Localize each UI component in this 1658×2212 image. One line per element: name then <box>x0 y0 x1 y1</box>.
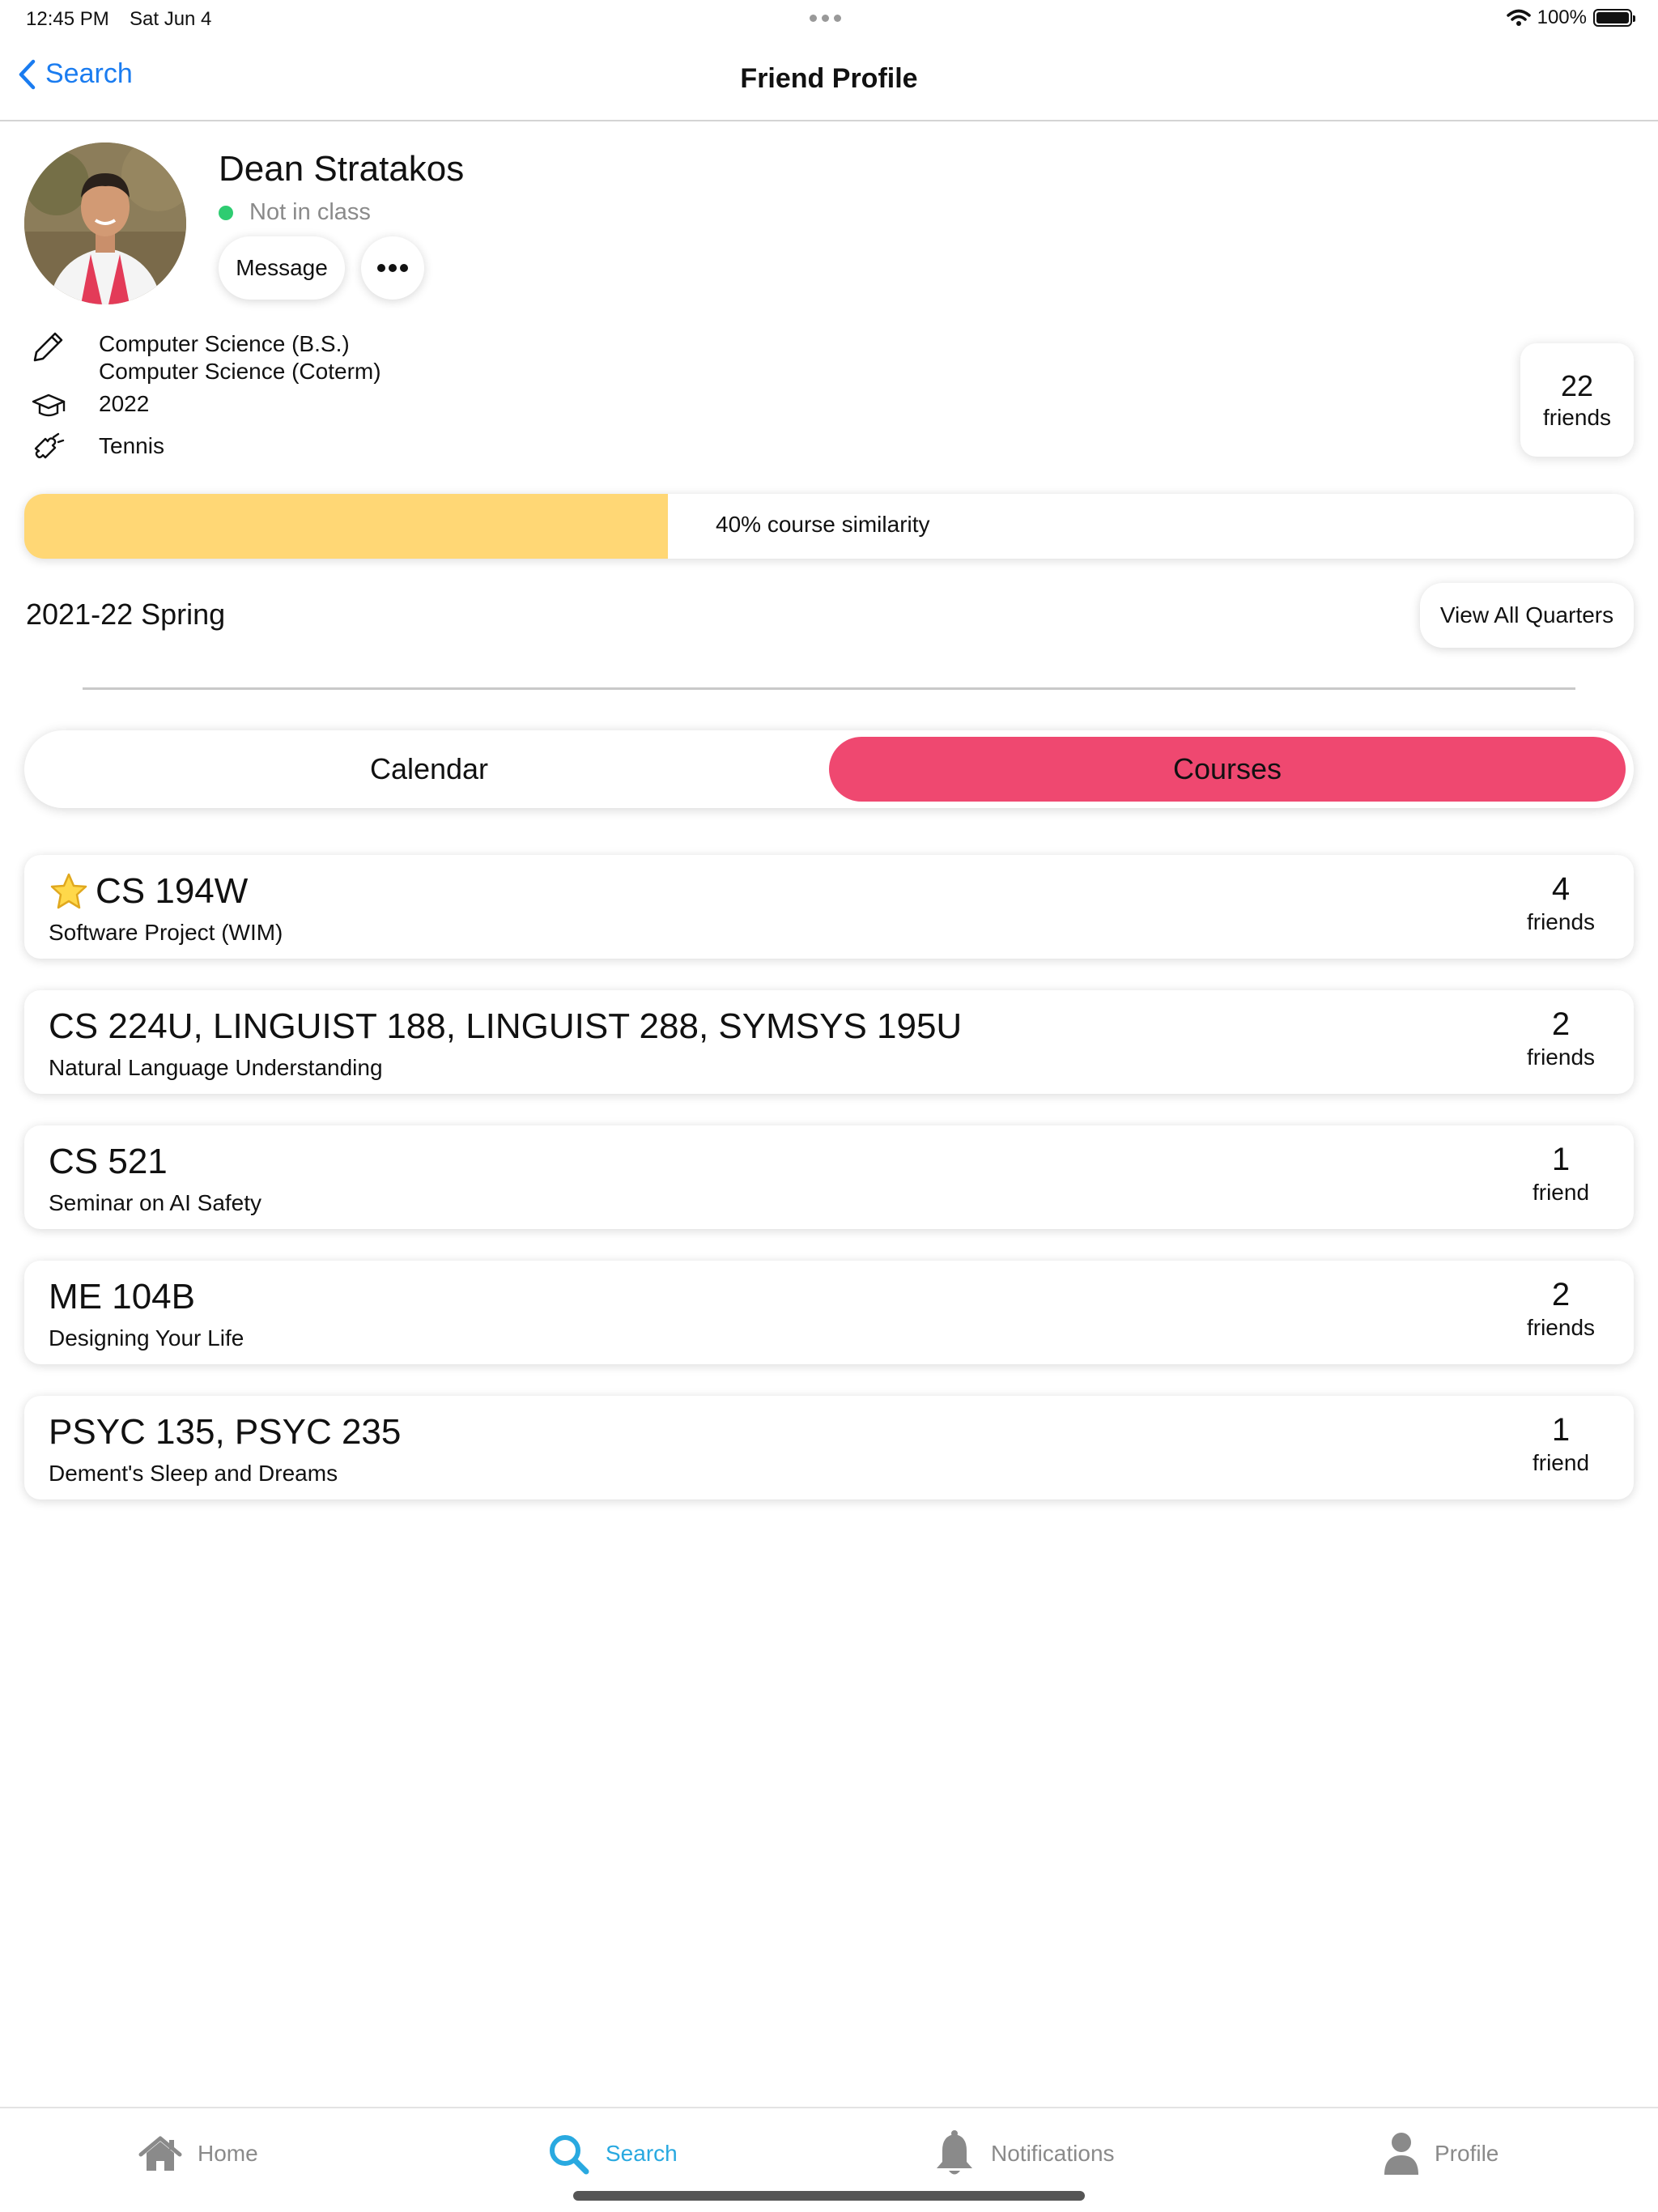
star-icon <box>50 873 87 909</box>
course-card-psyc-135[interactable]: PSYC 135, PSYC 235 Dement's Sleep and Dr… <box>24 1396 1634 1499</box>
puzzle-icon <box>29 432 68 465</box>
avatar <box>24 143 186 304</box>
search-icon <box>550 2135 589 2175</box>
course-card-me-104b[interactable]: ME 104B Designing Your Life 2 friends <box>24 1261 1634 1364</box>
friends-count-button[interactable]: 22 friends <box>1520 343 1634 457</box>
similarity-text: 40% course similarity <box>716 512 930 537</box>
battery-percent: 100% <box>1537 6 1587 28</box>
person-icon <box>1384 2133 1418 2175</box>
pencil-icon <box>29 330 68 363</box>
tab-calendar[interactable]: Calendar <box>24 730 834 808</box>
battery-icon <box>1593 9 1635 27</box>
view-all-quarters-button[interactable]: View All Quarters <box>1420 583 1634 648</box>
course-friends: 1 friend <box>1532 1142 1590 1205</box>
course-title: Software Project (WIM) <box>49 920 283 945</box>
view-segmented-control: Calendar Courses <box>24 730 1634 808</box>
status-date: Sat Jun 4 <box>130 8 212 30</box>
tab-profile-label: Profile <box>1435 2141 1499 2166</box>
presence-status: Not in class <box>219 199 371 226</box>
tab-search-label: Search <box>606 2141 678 2166</box>
tab-courses[interactable]: Courses <box>829 737 1626 802</box>
class-year-row: 2022 <box>29 390 149 423</box>
course-title: Seminar on AI Safety <box>49 1190 262 1215</box>
tab-search[interactable]: Search <box>546 2129 678 2178</box>
interest: Tennis <box>99 433 164 458</box>
tab-notifications[interactable]: Notifications <box>933 2129 1115 2178</box>
message-button[interactable]: Message <box>219 236 345 300</box>
friends-count: 22 <box>1560 369 1594 402</box>
major-2: Computer Science (Coterm) <box>99 359 381 384</box>
home-indicator <box>573 2191 1085 2201</box>
course-friends: 2 friends <box>1526 1277 1596 1340</box>
course-title: Dement's Sleep and Dreams <box>49 1461 338 1486</box>
more-options-button[interactable] <box>361 236 424 300</box>
majors-row: Computer Science (B.S.) Computer Science… <box>29 330 381 385</box>
tab-notifications-label: Notifications <box>991 2141 1115 2166</box>
divider <box>83 687 1575 690</box>
course-card-cs-521[interactable]: CS 521 Seminar on AI Safety 1 friend <box>24 1125 1634 1229</box>
tab-profile[interactable]: Profile <box>1383 2129 1499 2178</box>
ellipsis-icon <box>377 264 385 272</box>
friends-label: friends <box>1542 405 1612 430</box>
tab-home-label: Home <box>198 2141 258 2166</box>
similarity-fill <box>24 494 669 559</box>
online-dot-icon <box>219 205 233 220</box>
status-bar: 12:45 PM Sat Jun 4 100% <box>0 0 1658 39</box>
class-year: 2022 <box>99 391 150 416</box>
navigation-bar: Search Friend Profile <box>0 39 1658 121</box>
profile-name: Dean Stratakos <box>219 149 465 189</box>
course-card-cs-224u[interactable]: CS 224U, LINGUIST 188, LINGUIST 288, SYM… <box>24 990 1634 1094</box>
page-title: Friend Profile <box>740 63 918 94</box>
wifi-icon <box>1506 9 1531 26</box>
tab-home[interactable]: Home <box>138 2129 258 2178</box>
home-icon <box>138 2136 182 2171</box>
presence-text: Not in class <box>249 199 371 225</box>
status-time: 12:45 PM <box>26 8 109 30</box>
quarter-title: 2021-22 Spring <box>26 598 226 631</box>
course-friends: 4 friends <box>1526 871 1596 934</box>
major-1: Computer Science (B.S.) <box>99 331 350 356</box>
course-code: CS 194W <box>49 871 248 912</box>
interest-row: Tennis <box>29 432 164 465</box>
course-code: CS 521 <box>49 1142 168 1181</box>
course-code: PSYC 135, PSYC 235 <box>49 1412 402 1452</box>
course-friends: 1 friend <box>1532 1412 1590 1475</box>
course-title: Designing Your Life <box>49 1325 244 1351</box>
course-title: Natural Language Understanding <box>49 1055 383 1080</box>
course-code: ME 104B <box>49 1277 195 1317</box>
course-card-cs-194w[interactable]: CS 194W Software Project (WIM) 4 friends <box>24 855 1634 959</box>
course-similarity-bar: 40% course similarity <box>24 494 1634 559</box>
bell-icon <box>937 2130 972 2175</box>
status-indicators: 100% <box>1506 6 1635 29</box>
graduation-cap-icon <box>29 390 68 423</box>
course-friends: 2 friends <box>1526 1006 1596 1070</box>
course-code: CS 224U, LINGUIST 188, LINGUIST 288, SYM… <box>49 1006 963 1046</box>
multitasking-dots-icon[interactable] <box>810 15 841 22</box>
